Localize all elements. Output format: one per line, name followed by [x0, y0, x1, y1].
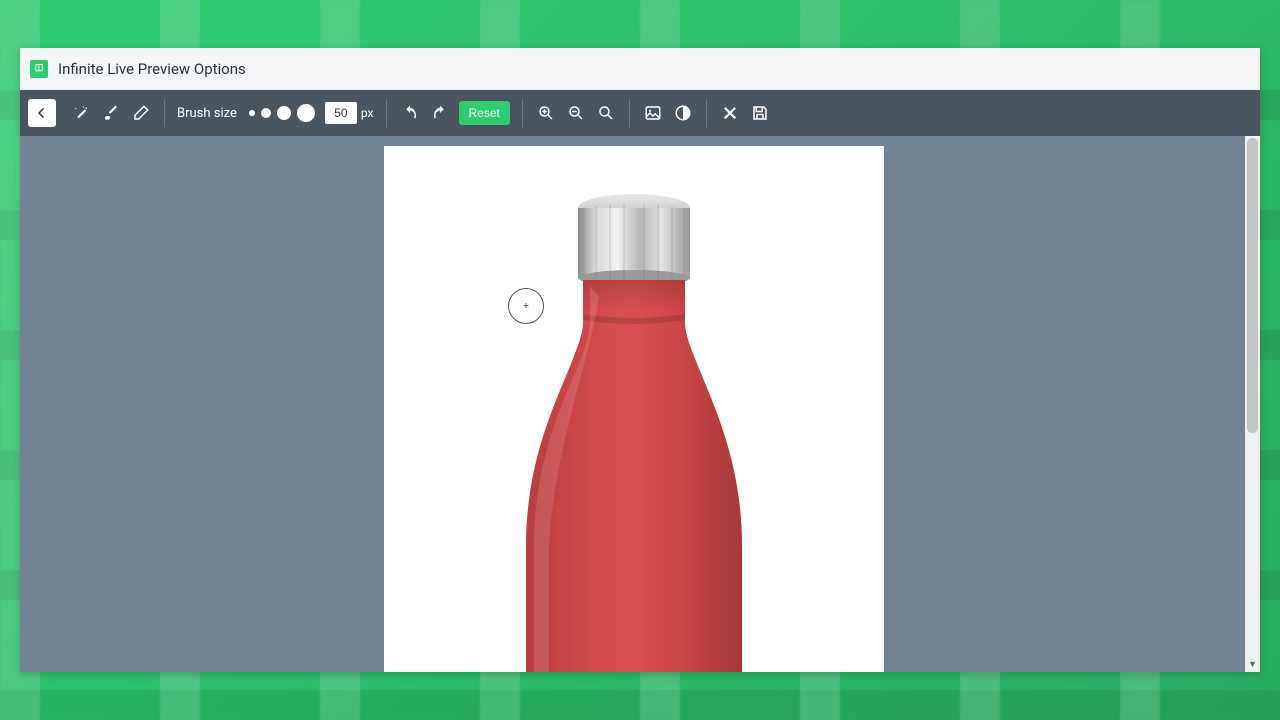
brush-size-presets	[249, 104, 315, 122]
separator	[164, 99, 165, 127]
brush-icon	[102, 104, 120, 122]
editor-window: ◫ Infinite Live Preview Options Brush si…	[20, 48, 1260, 672]
brush-preset-lg[interactable]	[297, 104, 315, 122]
eraser-icon	[132, 104, 150, 122]
separator	[522, 99, 523, 127]
redo-icon	[431, 104, 449, 122]
vertical-scrollbar[interactable]: ▲ ▼	[1245, 136, 1260, 672]
separator	[386, 99, 387, 127]
close-button[interactable]	[715, 97, 745, 129]
brush-size-label: Brush size	[177, 106, 237, 121]
image-icon	[644, 104, 662, 122]
undo-button[interactable]	[395, 97, 425, 129]
image-canvas[interactable]	[384, 146, 884, 672]
contrast-icon	[674, 104, 692, 122]
brush-preset-sm[interactable]	[261, 108, 271, 118]
undo-icon	[401, 104, 419, 122]
zoom-in-button[interactable]	[531, 97, 561, 129]
brush-button[interactable]	[96, 97, 126, 129]
back-button[interactable]	[28, 99, 56, 127]
save-button[interactable]	[745, 97, 775, 129]
zoom-out-icon	[567, 104, 585, 122]
app-icon: ◫	[30, 60, 48, 78]
brush-preset-md[interactable]	[277, 106, 291, 120]
brush-preset-xs[interactable]	[249, 110, 255, 116]
brush-unit-label: px	[361, 106, 374, 120]
titlebar: ◫ Infinite Live Preview Options	[20, 48, 1260, 90]
canvas-area[interactable]: ▲ ▼	[20, 136, 1260, 672]
zoom-out-button[interactable]	[561, 97, 591, 129]
zoom-in-icon	[537, 104, 555, 122]
image-button[interactable]	[638, 97, 668, 129]
scroll-thumb[interactable]	[1247, 138, 1258, 433]
toolbar: Brush size px Reset	[20, 90, 1260, 136]
magic-wand-icon	[72, 104, 90, 122]
product-image	[384, 146, 884, 672]
contrast-button[interactable]	[668, 97, 698, 129]
save-icon	[751, 104, 769, 122]
close-icon	[721, 104, 739, 122]
separator	[629, 99, 630, 127]
scroll-down-arrow[interactable]: ▼	[1245, 657, 1260, 672]
separator	[706, 99, 707, 127]
redo-button[interactable]	[425, 97, 455, 129]
magic-wand-button[interactable]	[66, 97, 96, 129]
eraser-button[interactable]	[126, 97, 156, 129]
chevron-left-icon	[36, 107, 48, 119]
zoom-fit-button[interactable]	[591, 97, 621, 129]
brush-size-input[interactable]	[325, 102, 357, 124]
search-icon	[597, 104, 615, 122]
reset-button[interactable]: Reset	[459, 101, 510, 125]
page-title: Infinite Live Preview Options	[58, 60, 246, 78]
